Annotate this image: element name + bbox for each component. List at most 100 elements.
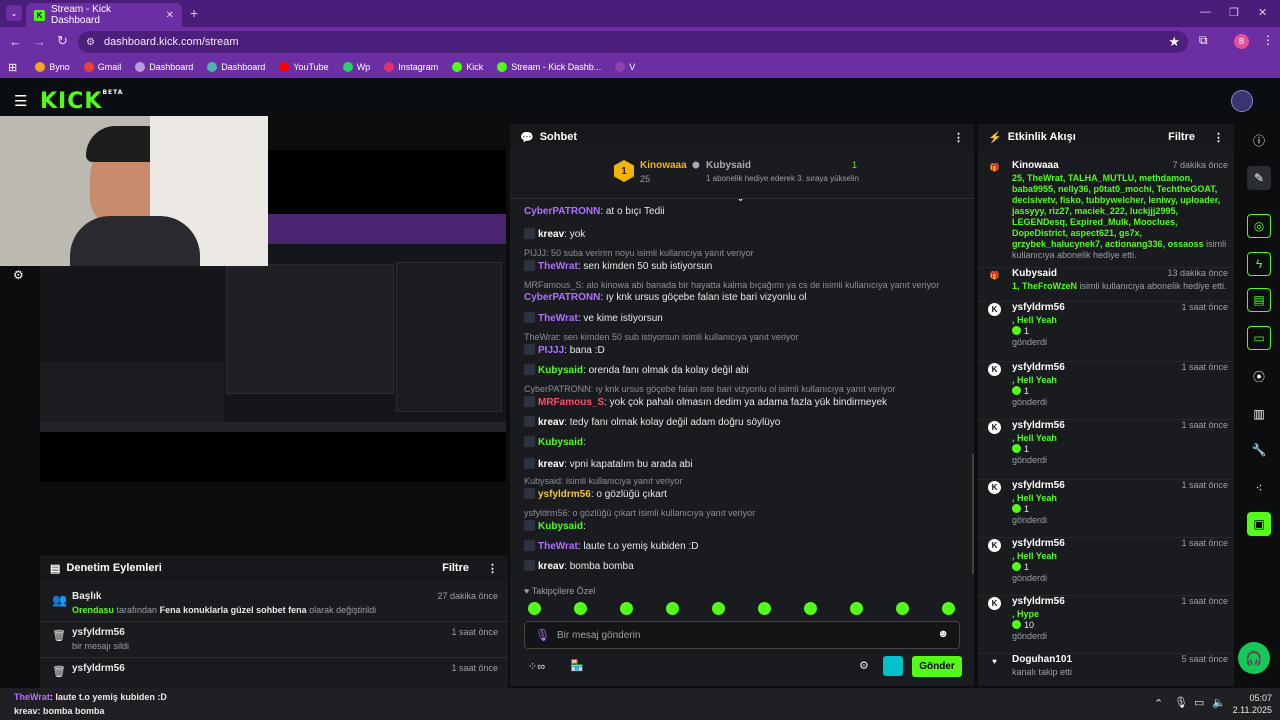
emote-icon[interactable]: [528, 602, 541, 615]
browser-tab-active[interactable]: K Stream - Kick Dashboard ✕: [26, 3, 182, 27]
emoji-picker-icon[interactable]: ☻: [937, 628, 949, 640]
send-button[interactable]: Gönder: [912, 656, 962, 677]
chat-text: :: [583, 521, 586, 532]
volume-icon[interactable]: 🔈: [1212, 696, 1226, 709]
chat-toggle-icon[interactable]: ▭: [1247, 326, 1271, 350]
edit-icon[interactable]: ✎: [1247, 166, 1271, 190]
bookmark-item[interactable]: Dashboard: [131, 62, 197, 72]
profile-avatar[interactable]: B: [1234, 34, 1249, 49]
activity-user[interactable]: ysfyldrm56: [1012, 480, 1065, 491]
chat-username[interactable]: kreav: [538, 561, 564, 572]
broadcast-icon[interactable]: ⦿: [1247, 364, 1271, 388]
chat-username[interactable]: PIJJJ: [538, 345, 564, 356]
camera-scene-icon[interactable]: ◎: [1247, 214, 1271, 238]
bookmark-item[interactable]: Byno: [31, 62, 74, 72]
user-avatar[interactable]: [1231, 90, 1253, 112]
emote-icon[interactable]: [896, 602, 909, 615]
kick-square-icon[interactable]: ▣: [1247, 512, 1271, 536]
chat-username[interactable]: MRFamous_S: [538, 397, 604, 408]
emote-icon[interactable]: [574, 602, 587, 615]
bookmark-item[interactable]: Wp: [339, 62, 375, 72]
chat-input[interactable]: 🎙 Bir mesaj gönderin ☻: [524, 621, 960, 649]
chat-username[interactable]: ysfyldrm56: [538, 489, 591, 500]
moderation-filter-button[interactable]: Filtre: [442, 562, 469, 574]
chat-username[interactable]: Kubysaid: [538, 521, 583, 532]
activity-user[interactable]: ysfyldrm56: [1012, 302, 1065, 313]
browser-menu-icon[interactable]: ⋮: [1262, 33, 1274, 47]
bookmark-item[interactable]: Instagram: [380, 62, 442, 72]
chat-username[interactable]: TheWrat: [538, 541, 578, 552]
top-gifter-name[interactable]: Kinowaaa: [640, 160, 687, 171]
activity-user[interactable]: Kinowaaa: [1012, 160, 1059, 171]
integrations-icon[interactable]: ⁖: [1247, 476, 1271, 500]
activity-user[interactable]: ysfyldrm56: [1012, 538, 1065, 549]
chat-username[interactable]: TheWrat: [538, 261, 578, 272]
apps-grid-icon[interactable]: ⊞: [8, 61, 17, 74]
hamburger-menu-icon[interactable]: ☰: [14, 92, 27, 110]
tab-search-button[interactable]: ⌄: [6, 5, 22, 21]
loyalty-points-icon[interactable]: ⁘∞: [528, 660, 545, 673]
close-window-icon[interactable]: ✕: [1258, 6, 1267, 19]
emote-icon[interactable]: [712, 602, 725, 615]
chat-username[interactable]: kreav: [538, 459, 564, 470]
bookmark-item[interactable]: Gmail: [80, 62, 126, 72]
store-icon[interactable]: 🏪: [570, 659, 584, 672]
activity-user[interactable]: Kubysaid: [1012, 268, 1057, 279]
emote-icon[interactable]: [758, 602, 771, 615]
bookmark-item[interactable]: Dashboard: [203, 62, 269, 72]
emote-icon[interactable]: [666, 602, 679, 615]
reload-icon[interactable]: ↻: [57, 33, 68, 49]
emote-icon[interactable]: [804, 602, 817, 615]
bookmark-item[interactable]: YouTube: [275, 62, 332, 72]
activity-menu-icon[interactable]: ⋮: [1213, 131, 1224, 144]
support-headset-button[interactable]: 🎧: [1238, 642, 1270, 674]
quick-action-icon[interactable]: ϟ: [1247, 252, 1271, 276]
chat-username[interactable]: CyberPATRONN: [524, 292, 600, 303]
bookmark-item[interactable]: V: [611, 62, 639, 72]
moderation-menu-icon[interactable]: ⋮: [487, 562, 498, 575]
microphone-tray-icon[interactable]: 🎙: [1174, 696, 1188, 709]
chat-username[interactable]: Kubysaid: [538, 365, 583, 376]
clock[interactable]: 05:07 2.11.2025: [1232, 692, 1272, 716]
kick-logo[interactable]: KICKBETA: [40, 89, 123, 114]
extensions-icon[interactable]: ⧉: [1199, 33, 1208, 48]
activity-user[interactable]: Doguhan101: [1012, 654, 1072, 665]
restore-icon[interactable]: ❐: [1229, 6, 1239, 19]
chat-username[interactable]: CyberPATRONN: [524, 206, 600, 217]
activity-user[interactable]: ysfyldrm56: [1012, 420, 1065, 431]
minimize-icon[interactable]: —: [1200, 6, 1211, 18]
chat-username[interactable]: kreav: [538, 229, 564, 240]
moderation-actor[interactable]: Orendasu: [72, 605, 114, 615]
microphone-icon[interactable]: 🎙: [535, 628, 550, 642]
bookmark-item[interactable]: Stream - Kick Dashb...: [493, 62, 605, 72]
emote-quick-button[interactable]: [883, 656, 903, 676]
settings-gear-icon[interactable]: ⚙: [13, 268, 24, 282]
bookmark-item[interactable]: Kick: [448, 62, 487, 72]
emote-icon[interactable]: [942, 602, 955, 615]
emote-icon[interactable]: [850, 602, 863, 615]
card-icon[interactable]: ▥: [1247, 402, 1271, 426]
new-tab-button[interactable]: +: [190, 5, 198, 21]
chat-username[interactable]: Kubysaid: [538, 437, 583, 448]
url-field[interactable]: ⚙ dashboard.kick.com/stream ★: [78, 31, 1188, 53]
chevron-up-icon[interactable]: ⌃: [1154, 697, 1163, 710]
chat-settings-icon[interactable]: ⚙: [859, 659, 869, 672]
chat-username[interactable]: kreav: [538, 417, 564, 428]
info-icon[interactable]: ⓘ: [1247, 128, 1271, 152]
emote-icon[interactable]: [620, 602, 633, 615]
tab-close-icon[interactable]: ✕: [166, 10, 174, 21]
notes-icon[interactable]: ▤: [1247, 288, 1271, 312]
site-info-icon[interactable]: ⚙: [86, 37, 95, 48]
second-gifter-name[interactable]: Kubysaid: [706, 160, 751, 171]
chat-username[interactable]: TheWrat: [538, 313, 578, 324]
activity-user[interactable]: ysfyldrm56: [1012, 596, 1065, 607]
bookmark-star-icon[interactable]: ★: [1168, 34, 1180, 50]
activity-filter-button[interactable]: Filtre: [1168, 131, 1195, 143]
forward-icon[interactable]: →: [33, 34, 46, 49]
display-icon[interactable]: ▭: [1194, 696, 1204, 709]
chat-menu-icon[interactable]: ⋮: [953, 131, 964, 144]
chat-scrollbar[interactable]: [972, 454, 974, 574]
wrench-icon[interactable]: 🔧: [1247, 438, 1271, 462]
activity-user[interactable]: ysfyldrm56: [1012, 362, 1065, 373]
back-icon[interactable]: ←: [9, 34, 22, 49]
